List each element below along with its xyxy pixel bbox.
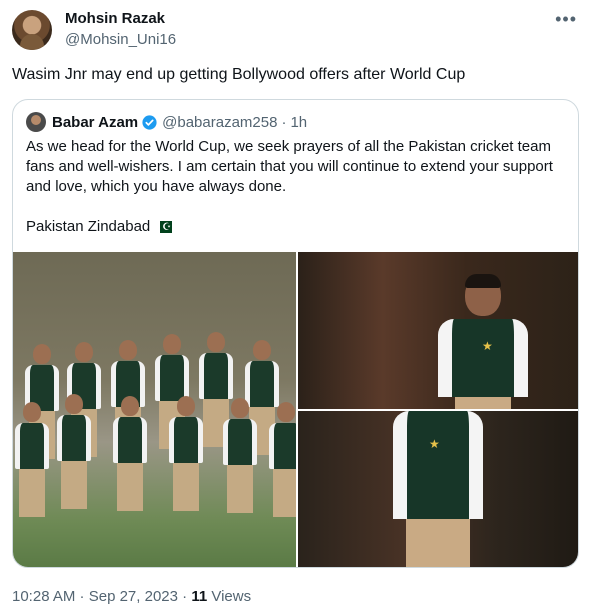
meta-separator: · [75,588,89,605]
pakistan-flag-icon [156,218,173,238]
quoted-tweet-time[interactable]: 1h [290,114,307,131]
quoted-tweet-header: Babar Azam @babarazam258 · 1h [26,112,307,132]
verified-badge-icon [142,114,157,130]
quoted-author-handle: @babarazam258 [162,113,278,131]
author-info[interactable]: Mohsin Razak @Mohsin_Uni16 [65,10,176,50]
quoted-tweet[interactable]: Babar Azam @babarazam258 · 1h As we head… [12,99,579,568]
person-figure: ★ [438,274,528,409]
meta-separator: · [177,588,192,605]
portrait-photo-seated[interactable]: ★ [298,252,578,409]
quoted-author-display-name[interactable]: Babar Azam [52,114,138,131]
player-figure [269,402,296,517]
tweet-time[interactable]: 10:28 AM [12,588,75,605]
team-photo[interactable] [13,252,296,567]
author-handle[interactable]: @Mohsin_Uni16 [65,30,176,50]
author-avatar[interactable] [12,10,52,50]
quoted-tweet-text: As we head for the World Cup, we seek pr… [26,138,553,195]
views-count[interactable]: 11 [191,588,207,605]
views-label[interactable]: Views [207,588,251,605]
person-figure: ★ [393,411,483,567]
player-figure [169,396,203,511]
player-figure [113,396,147,511]
quoted-tweet-body: As we head for the World Cup, we seek pr… [26,137,566,238]
signoff-text: Pakistan Zindabad [26,218,151,235]
quoted-author-avatar[interactable] [26,112,46,132]
portrait-photo-standing[interactable]: ★ [298,411,578,567]
tweet-text: Wasim Jnr may end up getting Bollywood o… [12,66,466,83]
tweet-header: Mohsin Razak @Mohsin_Uni16 ••• [12,10,583,52]
quoted-tweet-signoff: Pakistan Zindabad [26,217,566,238]
media-grid: ★ ★ [13,252,578,567]
author-display-name[interactable]: Mohsin Razak [65,10,176,28]
player-figure [15,402,49,517]
separator-dot: · [281,113,287,131]
player-figure [57,394,91,509]
more-horizontal-icon[interactable]: ••• [555,10,577,28]
player-figure [223,398,257,513]
tweet-date[interactable]: Sep 27, 2023 [89,588,178,605]
tweet-meta: 10:28 AM · Sep 27, 2023 · 11 Views [12,587,251,607]
